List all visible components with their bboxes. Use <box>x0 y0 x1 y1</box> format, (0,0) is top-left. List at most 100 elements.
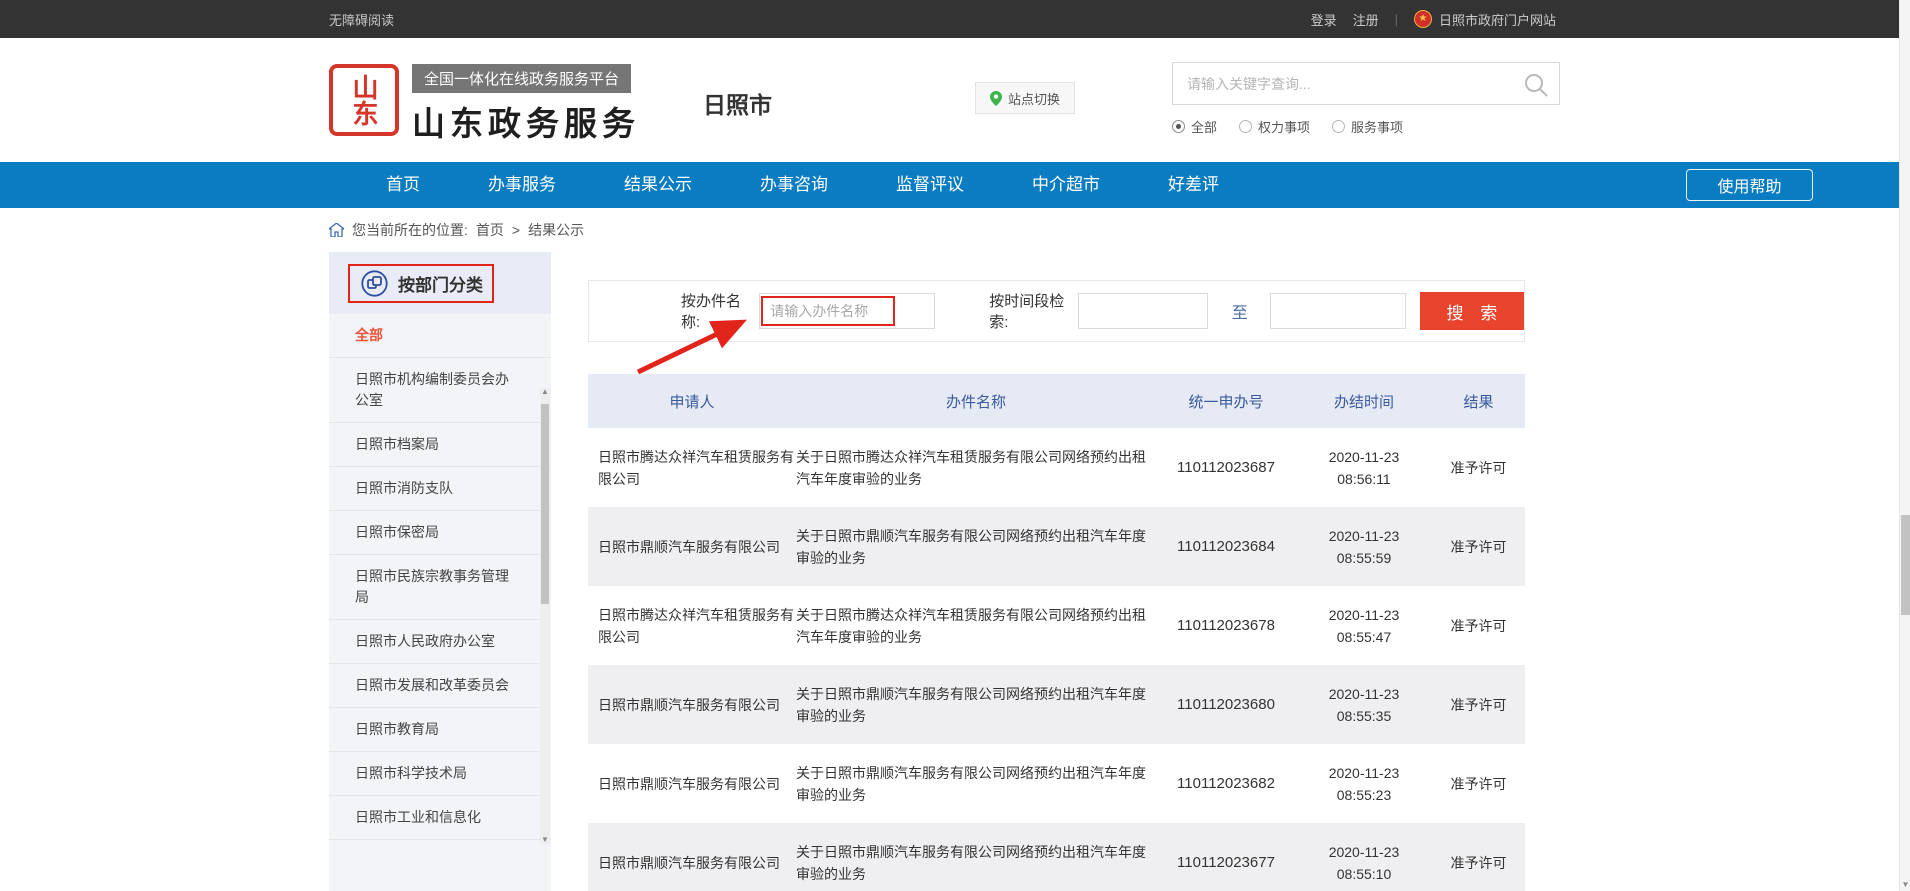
finish-date: 2020-11-23 <box>1296 525 1432 547</box>
sidebar-item[interactable]: 日照市科学技术局 <box>329 752 551 796</box>
nav-item[interactable]: 中介超市 <box>998 162 1134 208</box>
search-button[interactable]: 搜 索 <box>1420 292 1524 330</box>
finish-clock: 08:55:35 <box>1296 705 1432 727</box>
site-header: 山东 全国一体化在线政务服务平台 山东政务服务 日照市 站点切换 全部权力事项服… <box>0 38 1910 162</box>
scope-radio[interactable]: 权力事项 <box>1239 117 1310 136</box>
sidebar-item[interactable]: 日照市机构编制委员会办公室 <box>329 358 551 423</box>
table-row: 日照市鼎顺汽车服务有限公司关于日照市鼎顺汽车服务有限公司网络预约出租汽车年度审验… <box>588 823 1525 891</box>
cell-finish-time: 2020-11-2308:55:10 <box>1296 823 1432 891</box>
cell-applicant: 日照市鼎顺汽车服务有限公司 <box>588 744 796 823</box>
table-row: 日照市鼎顺汽车服务有限公司关于日照市鼎顺汽车服务有限公司网络预约出租汽车年度审验… <box>588 507 1525 586</box>
nav-item[interactable]: 首页 <box>352 162 454 208</box>
portal-label: 日照市政府门户网站 <box>1439 10 1556 29</box>
scope-label: 全部 <box>1191 117 1217 136</box>
date-to-input[interactable] <box>1270 293 1406 329</box>
search-icon[interactable] <box>1523 72 1549 98</box>
cell-applicant: 日照市鼎顺汽车服务有限公司 <box>588 507 796 586</box>
cell-result: 准予许可 <box>1432 665 1525 744</box>
cell-finish-time: 2020-11-2308:55:47 <box>1296 586 1432 665</box>
portal-link[interactable]: ★ 日照市政府门户网站 <box>1414 10 1556 29</box>
case-name-input[interactable] <box>759 293 935 329</box>
sidebar-item[interactable]: 全部 <box>329 314 551 358</box>
cell-result: 准予许可 <box>1432 744 1525 823</box>
sidebar-item[interactable]: 日照市教育局 <box>329 708 551 752</box>
cell-applicant: 日照市鼎顺汽车服务有限公司 <box>588 665 796 744</box>
results-table: 申请人办件名称统一申办号办结时间结果 日照市腾达众祥汽车租赁服务有限公司关于日照… <box>588 374 1525 891</box>
sidebar-item[interactable]: 日照市人民政府办公室 <box>329 620 551 664</box>
help-button[interactable]: 使用帮助 <box>1686 169 1813 201</box>
cell-case-name: 关于日照市鼎顺汽车服务有限公司网络预约出租汽车年度审验的业务 <box>796 665 1156 744</box>
cell-result: 准予许可 <box>1432 428 1525 507</box>
sidebar-item[interactable]: 日照市工业和信息化 <box>329 796 551 840</box>
page-scroll-thumb[interactable] <box>1901 515 1910 615</box>
site-switch-button[interactable]: 站点切换 <box>975 82 1075 114</box>
scroll-up-icon[interactable]: ▲ <box>540 386 550 398</box>
cell-result: 准予许可 <box>1432 586 1525 665</box>
nav-item[interactable]: 好差评 <box>1134 162 1253 208</box>
column-header: 办结时间 <box>1296 374 1432 428</box>
finish-clock: 08:55:10 <box>1296 863 1432 885</box>
sidebar-item[interactable]: 日照市发展和改革委员会 <box>329 664 551 708</box>
cell-serial: 110112023680 <box>1156 665 1296 744</box>
search-scope-group: 全部 权力事项 服务事项 <box>1172 117 1560 136</box>
sidebar-item[interactable]: 日照市保密局 <box>329 511 551 555</box>
page-scroll-down-icon[interactable]: ▼ <box>1900 879 1910 891</box>
cell-serial: 110112023678 <box>1156 586 1296 665</box>
main-nav-items: 首页办事服务结果公示办事咨询监督评议中介超市好差评 <box>352 162 1253 208</box>
finish-date: 2020-11-23 <box>1296 604 1432 626</box>
accessibility-link[interactable]: 无障碍阅读 <box>329 10 394 29</box>
scope-radio[interactable]: 服务事项 <box>1332 117 1403 136</box>
sidebar-title: 按部门分类 <box>398 271 483 296</box>
breadcrumb: 您当前所在的位置: 首页 > 结果公示 <box>329 208 1910 252</box>
table-header-row: 申请人办件名称统一申办号办结时间结果 <box>588 374 1525 428</box>
scroll-down-icon[interactable]: ▼ <box>540 834 550 846</box>
finish-date: 2020-11-23 <box>1296 446 1432 468</box>
sidebar-header: 按部门分类 <box>329 252 551 314</box>
table-row: 日照市鼎顺汽车服务有限公司关于日照市鼎顺汽车服务有限公司网络预约出租汽车年度审验… <box>588 665 1525 744</box>
top-utility-bar: 无障碍阅读 登录 注册 | ★ 日照市政府门户网站 <box>0 0 1910 38</box>
breadcrumb-home[interactable]: 首页 <box>476 220 504 240</box>
site-logo: 山东 全国一体化在线政务服务平台 山东政务服务 <box>329 64 640 145</box>
nav-item[interactable]: 办事咨询 <box>726 162 862 208</box>
table-row: 日照市腾达众祥汽车租赁服务有限公司关于日照市腾达众祥汽车租赁服务有限公司网络预约… <box>588 428 1525 507</box>
cell-finish-time: 2020-11-2308:55:35 <box>1296 665 1432 744</box>
column-header: 申请人 <box>588 374 796 428</box>
register-link[interactable]: 注册 <box>1353 10 1379 29</box>
keyword-search-input[interactable] <box>1173 63 1559 104</box>
cell-applicant: 日照市腾达众祥汽车租赁服务有限公司 <box>588 428 796 507</box>
table-row: 日照市鼎顺汽车服务有限公司关于日照市鼎顺汽车服务有限公司网络预约出租汽车年度审验… <box>588 744 1525 823</box>
cell-finish-time: 2020-11-2308:55:23 <box>1296 744 1432 823</box>
cell-applicant: 日照市鼎顺汽车服务有限公司 <box>588 823 796 891</box>
site-switch-label: 站点切换 <box>1008 89 1060 108</box>
nav-item[interactable]: 办事服务 <box>454 162 590 208</box>
cell-applicant: 日照市腾达众祥汽车租赁服务有限公司 <box>588 586 796 665</box>
sidebar-item[interactable]: 日照市档案局 <box>329 423 551 467</box>
finish-clock: 08:55:47 <box>1296 626 1432 648</box>
finish-date: 2020-11-23 <box>1296 762 1432 784</box>
filter-bar: 按办件名称: 按时间段检索: 至 搜 索 <box>588 280 1525 342</box>
name-filter-label: 按办件名称: <box>681 290 745 332</box>
date-from-input[interactable] <box>1078 293 1208 329</box>
page-scrollbar[interactable]: ▼ <box>1899 0 1910 891</box>
sidebar-scrollbar[interactable]: ▲ ▼ <box>540 388 550 844</box>
main-navbar: 首页办事服务结果公示办事咨询监督评议中介超市好差评 使用帮助 <box>0 162 1910 208</box>
sidebar-scroll-thumb[interactable] <box>541 404 549 604</box>
scope-label: 服务事项 <box>1351 117 1403 136</box>
sidebar-item[interactable]: 日照市民族宗教事务管理局 <box>329 555 551 620</box>
cell-finish-time: 2020-11-2308:56:11 <box>1296 428 1432 507</box>
scope-radio[interactable]: 全部 <box>1172 117 1217 136</box>
results-main: 按办件名称: 按时间段检索: 至 搜 索 申请人办件 <box>588 252 1525 891</box>
table-row: 日照市腾达众祥汽车租赁服务有限公司关于日照市腾达众祥汽车租赁服务有限公司网络预约… <box>588 586 1525 665</box>
nav-item[interactable]: 监督评议 <box>862 162 998 208</box>
sidebar-item[interactable]: 日照市消防支队 <box>329 467 551 511</box>
radio-icon <box>1172 120 1185 133</box>
department-category-icon <box>361 270 388 297</box>
cell-case-name: 关于日照市腾达众祥汽车租赁服务有限公司网络预约出租汽车年度审验的业务 <box>796 428 1156 507</box>
cell-case-name: 关于日照市鼎顺汽车服务有限公司网络预约出租汽车年度审验的业务 <box>796 823 1156 891</box>
cell-case-name: 关于日照市鼎顺汽车服务有限公司网络预约出租汽车年度审验的业务 <box>796 507 1156 586</box>
home-icon <box>329 223 344 237</box>
location-pin-icon <box>990 91 1002 106</box>
login-link[interactable]: 登录 <box>1311 10 1337 29</box>
nav-item[interactable]: 结果公示 <box>590 162 726 208</box>
time-filter-label: 按时间段检索: <box>989 290 1065 332</box>
